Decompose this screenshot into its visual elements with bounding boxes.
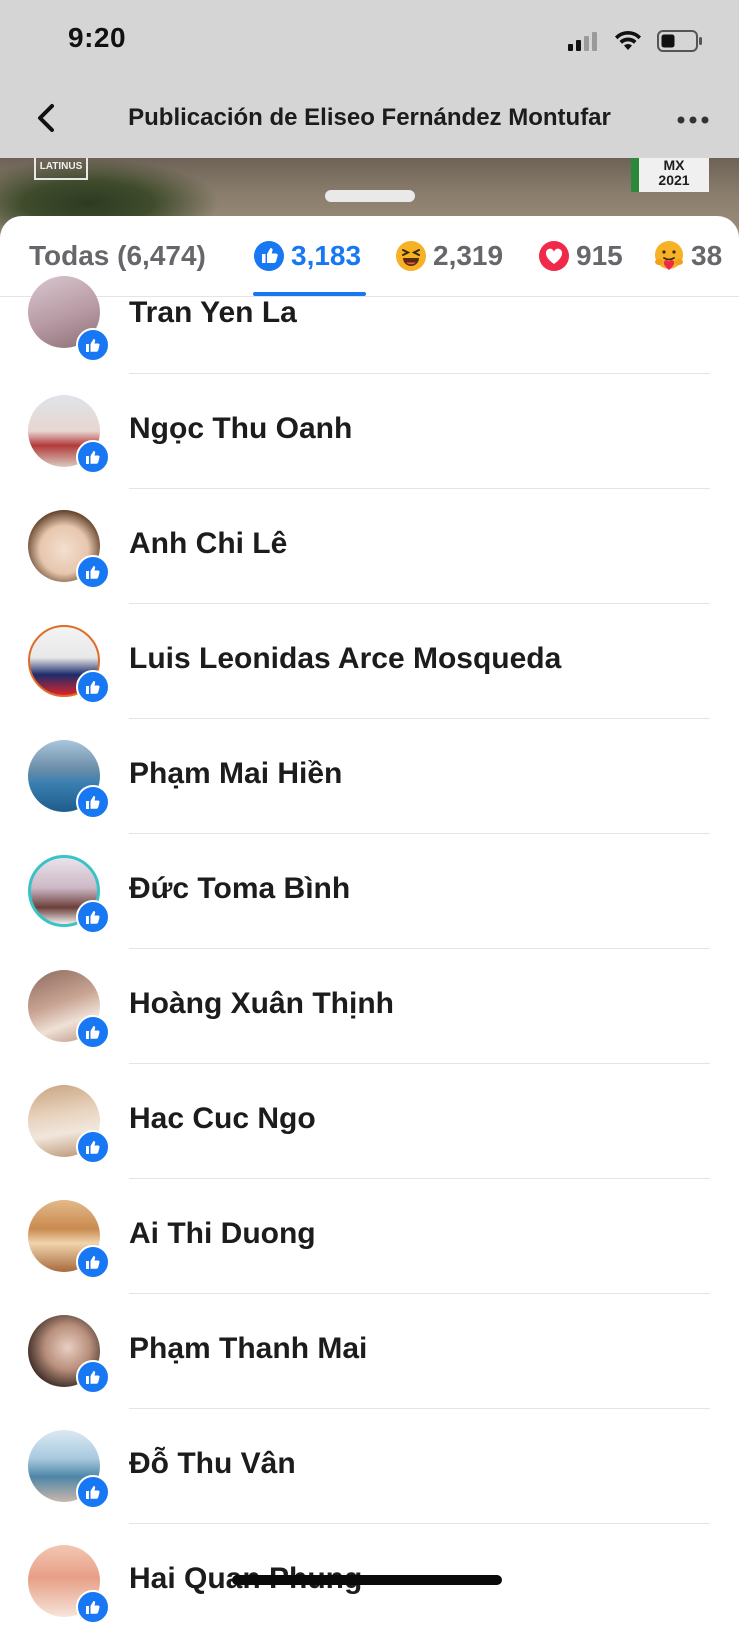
reactor-name[interactable]: Hoàng Xuân Thịnh bbox=[129, 987, 394, 1021]
mx-2021-logo: MX 2021 bbox=[631, 158, 709, 192]
status-bar: 9:20 bbox=[0, 0, 739, 82]
list-item[interactable]: Phạm Mai Hiền bbox=[0, 719, 739, 834]
tab-all[interactable]: Todas (6,474) bbox=[29, 238, 206, 274]
reaction-tabs: Todas (6,474) 3,183 2,319 915 38 bbox=[0, 216, 739, 297]
reactor-name[interactable]: Hac Cuc Ngo bbox=[129, 1102, 316, 1136]
like-badge-icon bbox=[76, 1475, 110, 1509]
list-item[interactable]: Tran Yen La bbox=[0, 276, 739, 374]
like-badge-icon bbox=[76, 555, 110, 589]
like-badge-icon bbox=[76, 440, 110, 474]
like-badge-icon bbox=[76, 1590, 110, 1624]
list-item[interactable]: Hac Cuc Ngo bbox=[0, 1064, 739, 1179]
nav-header: Publicación de Eliseo Fernández Montufar bbox=[0, 82, 739, 158]
status-time: 9:20 bbox=[68, 22, 127, 53]
tab-care[interactable]: 38 bbox=[653, 238, 722, 274]
status-icons bbox=[567, 26, 703, 56]
tab-haha-count: 2,319 bbox=[433, 240, 504, 271]
mx-logo-line1: MX bbox=[663, 158, 685, 173]
list-item[interactable]: Luis Leonidas Arce Mosqueda bbox=[0, 604, 739, 719]
like-badge-icon bbox=[76, 1015, 110, 1049]
like-badge-icon bbox=[76, 1130, 110, 1164]
more-options-icon[interactable] bbox=[673, 100, 713, 140]
reactor-name[interactable]: Ngọc Thu Oanh bbox=[129, 412, 352, 446]
reactor-name[interactable]: Ai Thi Duong bbox=[129, 1217, 316, 1251]
tab-all-label: Todas (6,474) bbox=[29, 240, 206, 271]
wifi-icon bbox=[615, 30, 641, 50]
cellular-signal-icon bbox=[568, 32, 597, 51]
like-badge-icon bbox=[76, 900, 110, 934]
list-item[interactable]: Đức Toma Bình bbox=[0, 834, 739, 949]
reactor-name[interactable]: Anh Chi Lê bbox=[129, 527, 287, 561]
page-title: Publicación de Eliseo Fernández Montufar bbox=[128, 104, 611, 131]
tab-like-count: 3,183 bbox=[291, 240, 362, 271]
list-item[interactable]: Ngọc Thu Oanh bbox=[0, 374, 739, 489]
like-badge-icon bbox=[76, 1245, 110, 1279]
reactors-list: Tran Yen La Ngọc Thu Oanh Anh Chi Lê Lui… bbox=[0, 276, 739, 1639]
tab-like[interactable]: 3,183 bbox=[253, 238, 361, 274]
haha-icon bbox=[396, 241, 426, 271]
reactor-name[interactable]: Phạm Thanh Mai bbox=[129, 1332, 367, 1366]
love-icon bbox=[539, 241, 569, 271]
back-chevron-icon[interactable] bbox=[28, 98, 68, 138]
like-icon bbox=[254, 241, 284, 271]
battery-icon bbox=[657, 30, 702, 52]
like-badge-icon bbox=[76, 328, 110, 362]
list-item[interactable]: Hoàng Xuân Thịnh bbox=[0, 949, 739, 1064]
care-icon bbox=[655, 241, 683, 270]
tab-care-count: 38 bbox=[691, 240, 723, 271]
list-item[interactable]: Phạm Thanh Mai bbox=[0, 1294, 739, 1409]
reactor-name[interactable]: Đức Toma Bình bbox=[129, 872, 350, 906]
tab-love-count: 915 bbox=[576, 240, 623, 271]
home-indicator[interactable] bbox=[232, 1575, 502, 1585]
list-item[interactable]: Ai Thi Duong bbox=[0, 1179, 739, 1294]
reactor-name[interactable]: Tran Yen La bbox=[129, 296, 297, 330]
reactor-name[interactable]: Phạm Mai Hiền bbox=[129, 757, 342, 791]
latinus-logo: LATINUS bbox=[34, 158, 88, 180]
like-badge-icon bbox=[76, 785, 110, 819]
list-item[interactable]: Anh Chi Lê bbox=[0, 489, 739, 604]
list-item[interactable]: Đỗ Thu Vân bbox=[0, 1409, 739, 1524]
sheet-grabber[interactable] bbox=[325, 190, 415, 202]
reactor-name[interactable]: Luis Leonidas Arce Mosqueda bbox=[129, 642, 561, 676]
tab-love[interactable]: 915 bbox=[538, 238, 623, 274]
mx-logo-line2: 2021 bbox=[658, 172, 690, 188]
tab-haha[interactable]: 2,319 bbox=[395, 238, 503, 274]
reactor-name[interactable]: Đỗ Thu Vân bbox=[129, 1447, 296, 1481]
like-badge-icon bbox=[76, 1360, 110, 1394]
like-badge-icon bbox=[76, 670, 110, 704]
